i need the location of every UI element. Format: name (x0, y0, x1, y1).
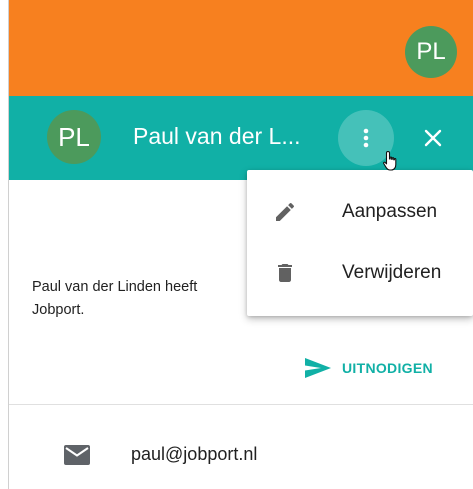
menu-item-edit[interactable]: Aanpassen (247, 183, 473, 241)
email-address[interactable]: paul@jobport.nl (131, 444, 257, 465)
close-button[interactable] (417, 122, 449, 154)
contact-avatar: PL (47, 110, 101, 164)
contact-name: Paul van der L... (133, 123, 301, 149)
app-top-bar: PL (9, 0, 473, 96)
invite-button[interactable]: UITNODIGEN (304, 357, 433, 379)
pencil-icon (273, 200, 297, 224)
more-vert-icon (363, 128, 369, 148)
email-row[interactable]: paul@jobport.nl (64, 444, 257, 465)
trash-icon (273, 261, 297, 285)
hand-cursor-icon (383, 150, 397, 171)
close-icon (424, 129, 442, 147)
menu-item-edit-label: Aanpassen (342, 201, 438, 222)
send-icon (305, 358, 331, 378)
mail-icon (64, 444, 90, 465)
menu-item-delete-label: Verwijderen (342, 262, 442, 283)
menu-item-delete[interactable]: Verwijderen (247, 244, 473, 302)
contact-detail-panel: PL PL Paul van der L... Paul van der Lin… (0, 0, 473, 489)
section-divider (9, 404, 473, 405)
invite-button-label: UITNODIGEN (342, 360, 433, 376)
options-menu: Aanpassen Verwijderen (247, 170, 473, 316)
user-avatar[interactable]: PL (405, 26, 457, 78)
panel-left-border (8, 0, 9, 489)
contact-header: PL Paul van der L... (9, 96, 473, 180)
